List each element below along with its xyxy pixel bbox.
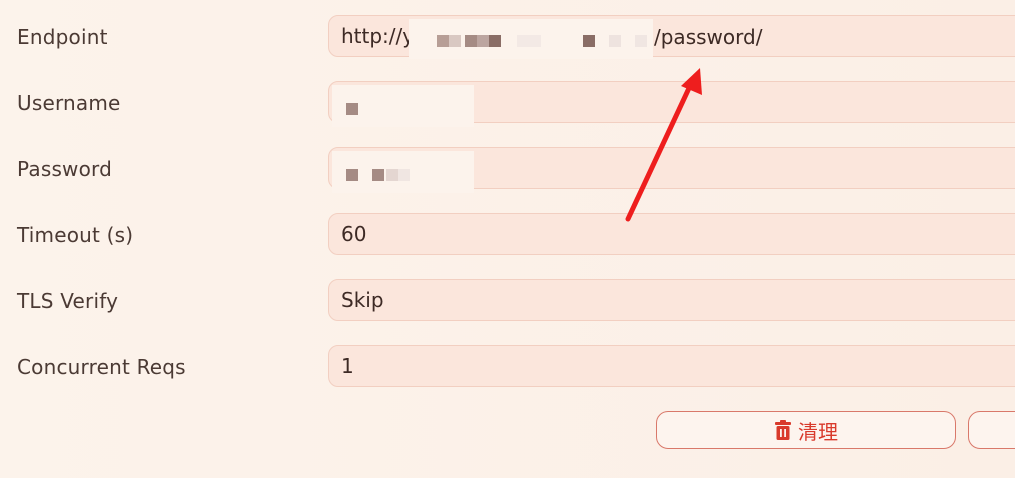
- timeout-label: Timeout (s): [17, 223, 134, 247]
- tls-verify-label: TLS Verify: [17, 289, 119, 313]
- second-action-button[interactable]: [968, 411, 1015, 449]
- redaction-pixel: [386, 169, 398, 181]
- redaction-pixel: [346, 169, 358, 181]
- tls-verify-select[interactable]: Skip: [328, 279, 1015, 321]
- timeout-value: 60: [341, 222, 367, 246]
- trash-icon: [775, 420, 791, 440]
- redaction-pixel: [346, 103, 358, 115]
- endpoint-row: Endpoint http://y /password/: [0, 15, 1015, 59]
- redaction-pixel: [372, 169, 384, 181]
- redaction-pixel: [465, 35, 477, 47]
- redaction-pixel: [635, 35, 647, 47]
- redaction-pixel: [477, 35, 489, 47]
- redaction-pixel: [517, 35, 529, 47]
- redaction-pixel: [449, 35, 461, 47]
- password-label: Password: [17, 157, 113, 181]
- redaction-pixel: [529, 35, 541, 47]
- redaction-mask: [332, 151, 474, 193]
- redaction-mask: [409, 19, 653, 59]
- clear-button-label: 清理: [798, 419, 838, 444]
- username-row: Username: [0, 81, 1015, 127]
- tls-verify-row: TLS Verify Skip: [0, 279, 1015, 321]
- redaction-pixel: [489, 35, 501, 47]
- concurrent-reqs-label: Concurrent Reqs: [17, 355, 186, 379]
- username-label: Username: [17, 91, 121, 115]
- password-row: Password: [0, 147, 1015, 193]
- redaction-pixel: [398, 169, 410, 181]
- redaction-pixel: [609, 35, 621, 47]
- clear-button[interactable]: 清理: [656, 411, 956, 449]
- timeout-row: Timeout (s) 60: [0, 213, 1015, 255]
- redaction-pixel: [437, 35, 449, 47]
- tls-verify-value: Skip: [341, 288, 384, 312]
- concurrent-reqs-value: 1: [341, 354, 354, 378]
- redaction-mask: [332, 85, 474, 127]
- concurrent-reqs-row: Concurrent Reqs 1: [0, 345, 1015, 387]
- concurrent-reqs-field[interactable]: 1: [328, 345, 1015, 387]
- timeout-field[interactable]: 60: [328, 213, 1015, 255]
- endpoint-value-suffix: /password/: [654, 25, 763, 49]
- endpoint-value-prefix: http://y: [341, 24, 415, 48]
- redaction-pixel: [583, 35, 595, 47]
- settings-form: Endpoint http://y /password/ Username Pa…: [0, 0, 1015, 478]
- endpoint-label: Endpoint: [17, 25, 108, 49]
